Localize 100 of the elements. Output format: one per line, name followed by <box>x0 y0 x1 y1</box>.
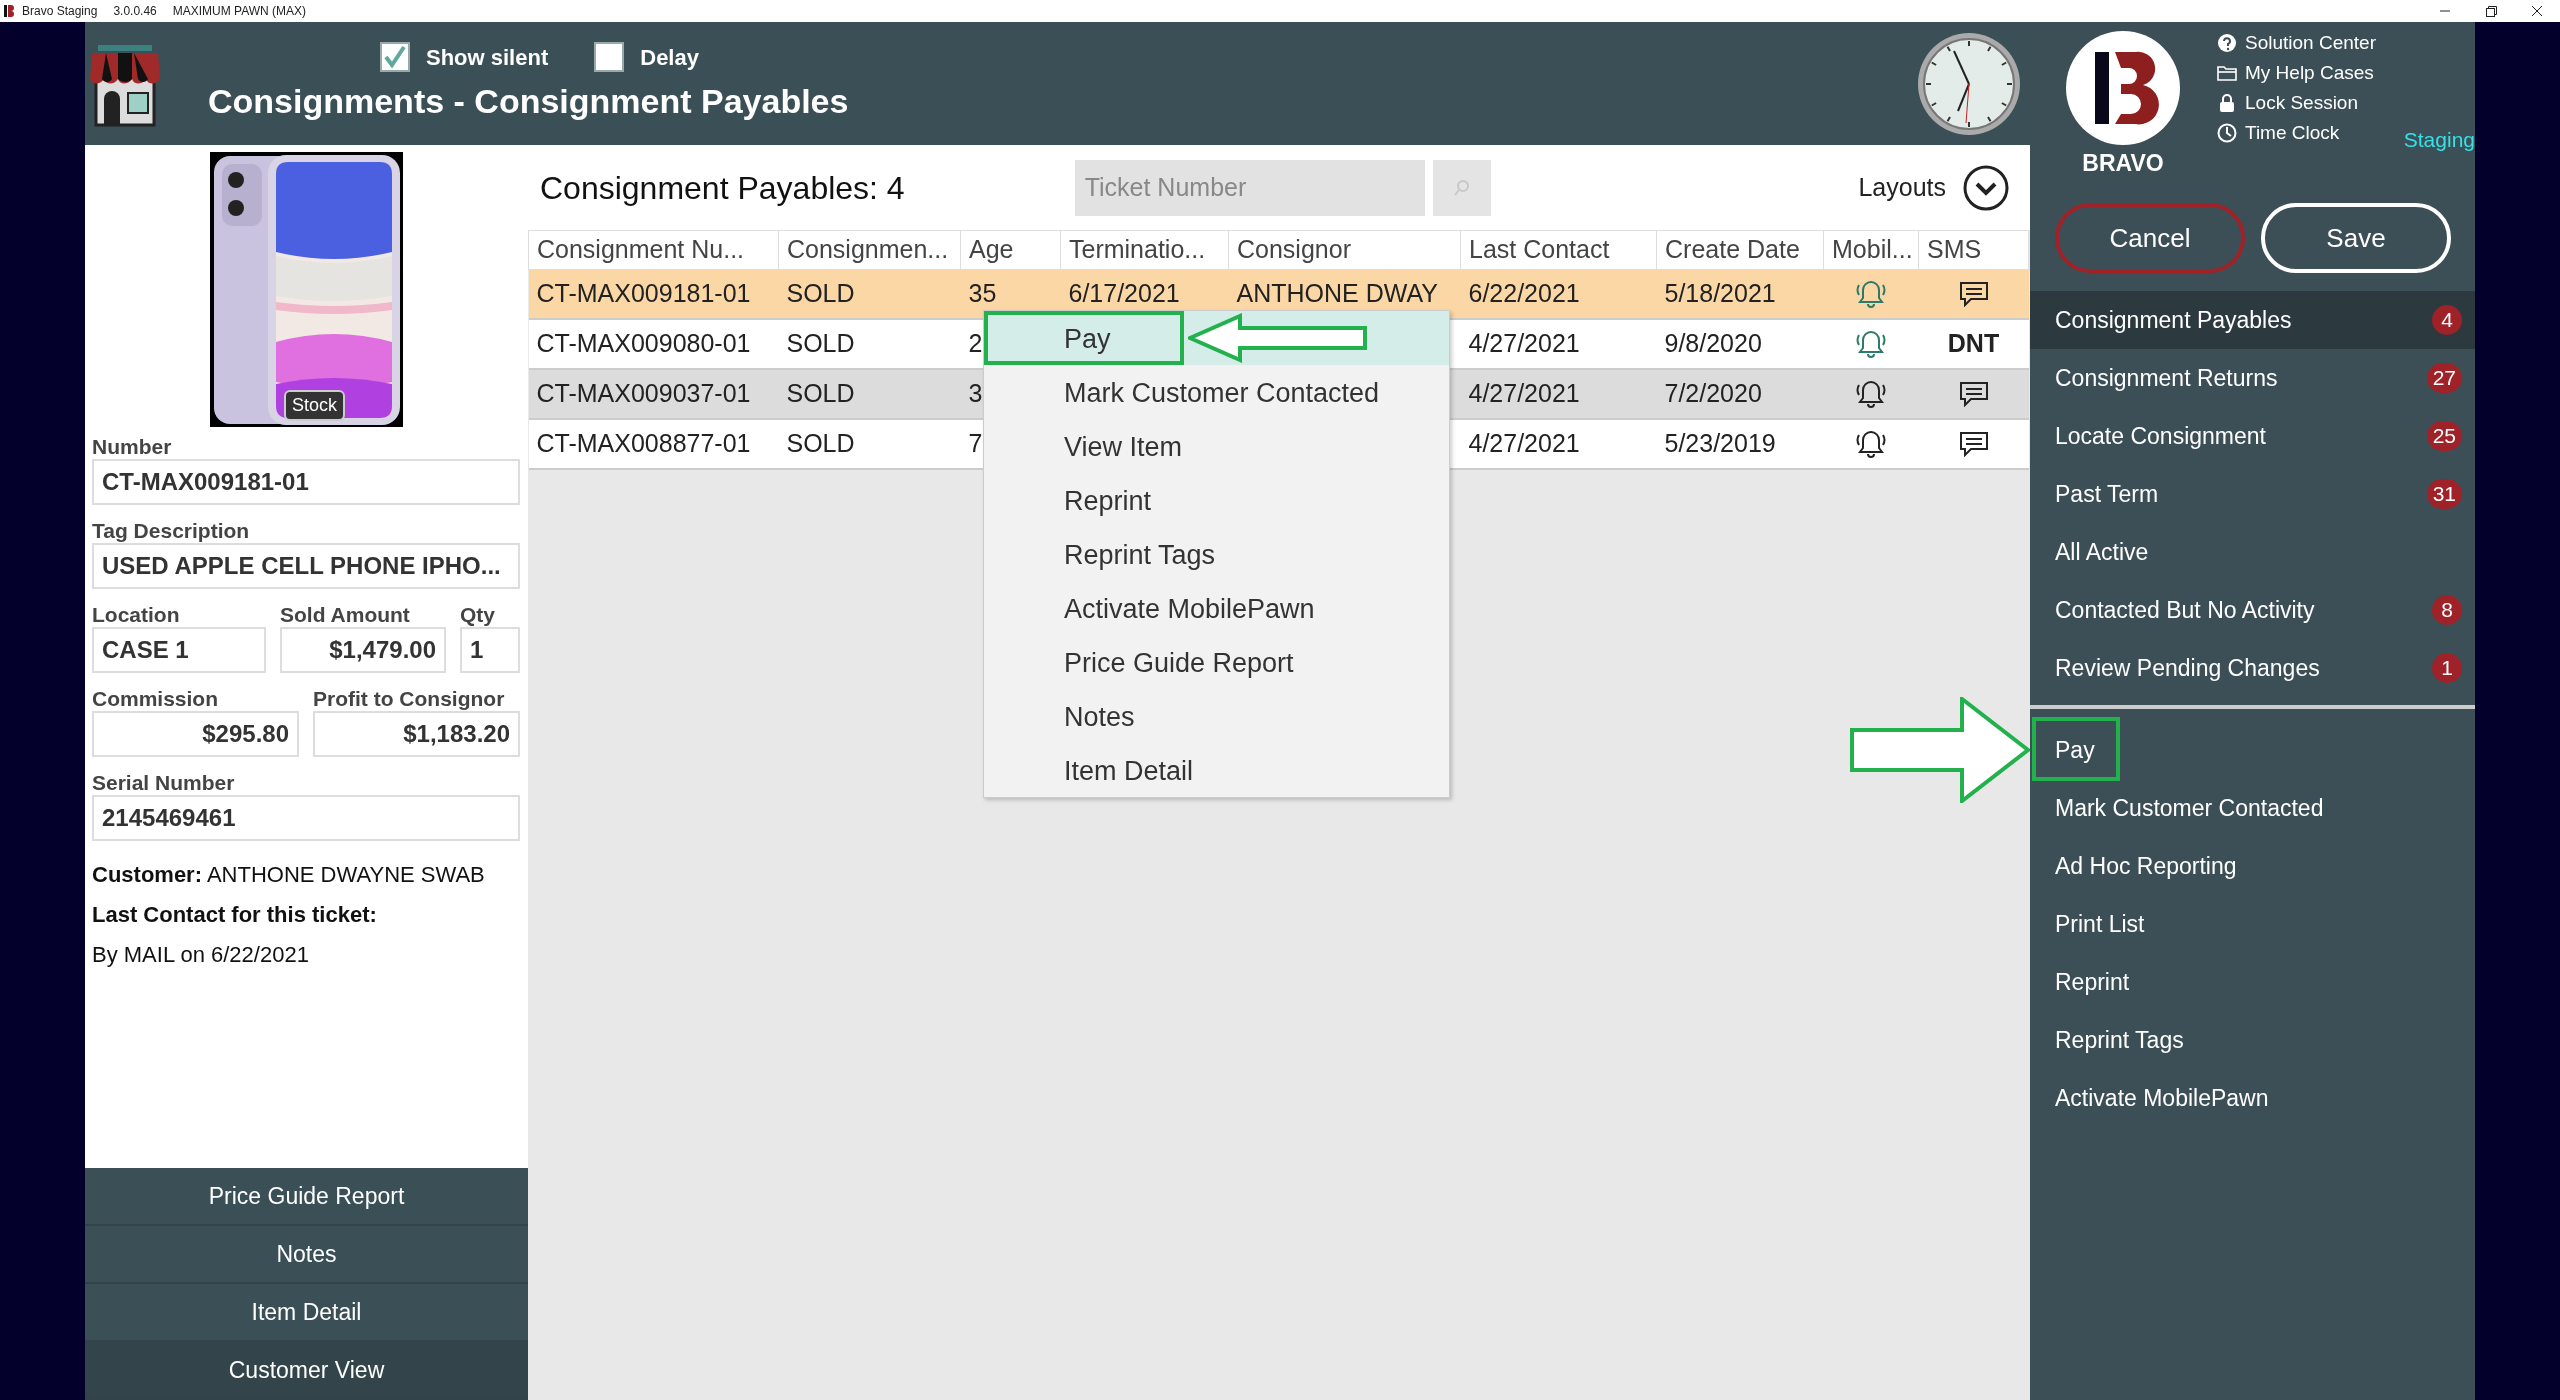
table-row[interactable]: CT-MAX009181-01 SOLD 35 6/17/2021 ANTHONE DWAY 6/22/2021 5/18/2021 <box>528 269 2029 319</box>
table-cell: SOLD <box>786 279 855 307</box>
input-field[interactable]: 1 <box>460 627 520 673</box>
chat-icon <box>1958 280 1989 307</box>
field-label: Location <box>92 603 181 627</box>
version-text: 3.0.0.46 <box>113 3 157 20</box>
layouts-button[interactable]: Layouts <box>1852 162 2016 213</box>
page-title: Consignments - Consignment Payables <box>208 80 849 122</box>
column-header[interactable]: Consignor <box>1228 230 1461 269</box>
sidebar-item[interactable]: All Active <box>2030 523 2475 581</box>
table-cell: 7 <box>968 429 983 458</box>
search-icon <box>1451 177 1472 198</box>
dnt-label: DNT <box>1947 329 2000 358</box>
field-label: Tag Description <box>92 519 251 543</box>
column-header[interactable]: SMS <box>1918 230 2029 269</box>
search-button[interactable] <box>1432 159 1491 216</box>
table-cell: 5/23/2019 <box>1664 429 1776 458</box>
input-field[interactable]: 2145469461 <box>92 795 520 841</box>
count-badge: 27 <box>2426 363 2462 393</box>
sidebar-item[interactable]: Contacted But No Activity 8 <box>2030 581 2475 639</box>
side-button[interactable]: Customer View <box>85 1342 528 1400</box>
help-link[interactable]: My Help Cases <box>2217 58 2376 88</box>
table-cell: 3 <box>968 379 983 408</box>
app-icon <box>4 4 14 18</box>
sidebar-item[interactable]: Past Term 31 <box>2030 465 2475 523</box>
menu-item[interactable]: Price Guide Report <box>984 635 1449 689</box>
action-item[interactable]: Reprint <box>2030 953 2475 1011</box>
field-label: Serial Number <box>92 771 236 795</box>
folder-icon <box>2217 63 2237 83</box>
input-field[interactable]: USED APPLE CELL PHONE IPHO... <box>92 543 520 589</box>
menu-item[interactable]: Reprint Tags <box>984 527 1449 581</box>
table-cell: 2 <box>968 329 983 358</box>
side-button[interactable]: Item Detail <box>85 1284 528 1342</box>
field-label: Sold Amount <box>280 603 411 627</box>
action-item[interactable]: Mark Customer Contacted <box>2030 779 2475 837</box>
table-cell: 9/8/2020 <box>1664 329 1762 358</box>
chevron-down-icon <box>1962 163 2010 212</box>
action-item[interactable]: Ad Hoc Reporting <box>2030 837 2475 895</box>
last-contact-label: Last Contact for this ticket: <box>92 901 378 929</box>
table-cell: 5/18/2021 <box>1664 279 1776 307</box>
table-cell: CT-MAX009080-01 <box>536 329 751 358</box>
environment-label: Staging <box>2403 126 2475 153</box>
column-header[interactable]: Consignment Nu... <box>528 230 779 269</box>
column-header[interactable]: Terminatio... <box>1060 230 1229 269</box>
table-cell: 6/22/2021 <box>1468 279 1580 307</box>
app-title: Bravo Staging <box>22 3 98 20</box>
table-cell: 6/17/2021 <box>1068 279 1180 307</box>
checkbox[interactable] <box>380 42 410 72</box>
stock-badge: Stock <box>284 390 346 421</box>
arrow-icon <box>1850 697 2030 803</box>
field-label: Qty <box>460 603 496 627</box>
input-field[interactable]: CASE 1 <box>92 627 266 673</box>
help-link[interactable]: Lock Session <box>2217 88 2376 118</box>
cancel-button[interactable]: Cancel <box>2055 203 2245 273</box>
input-field[interactable]: $1,183.20 <box>313 711 520 757</box>
lock-icon <box>2217 93 2237 113</box>
table-cell: ANTHONE DWAY <box>1236 279 1438 307</box>
input-field[interactable]: CT-MAX009181-01 <box>92 459 520 505</box>
menu-item[interactable]: View Item <box>984 419 1449 473</box>
menu-item[interactable]: Notes <box>984 689 1449 743</box>
menu-item[interactable]: Reprint <box>984 473 1449 527</box>
column-header[interactable]: Create Date <box>1656 230 1824 269</box>
table-cell: 35 <box>968 279 997 307</box>
column-header[interactable]: Age <box>960 230 1061 269</box>
chat-icon <box>1958 381 1989 407</box>
column-header[interactable]: Last Contact <box>1460 230 1657 269</box>
sidebar-item[interactable]: Review Pending Changes 1 <box>2030 639 2475 697</box>
action-item[interactable]: Activate MobilePawn <box>2030 1069 2475 1127</box>
table-cell: 4/27/2021 <box>1468 429 1580 458</box>
save-button[interactable]: Save <box>2261 203 2451 273</box>
arrow-icon <box>1188 313 1368 363</box>
table-cell: CT-MAX008877-01 <box>536 429 751 458</box>
input-field[interactable]: $295.80 <box>92 711 299 757</box>
sidebar-item[interactable]: Consignment Returns 27 <box>2030 349 2475 407</box>
search-field[interactable]: Ticket Number <box>1074 159 1425 216</box>
table-cell: SOLD <box>786 429 855 458</box>
action-item[interactable]: Pay <box>2030 721 2475 779</box>
count-badge: 25 <box>2426 421 2462 451</box>
action-item[interactable]: Print List <box>2030 895 2475 953</box>
sidebar-item[interactable]: Locate Consignment 25 <box>2030 407 2475 465</box>
help-link[interactable]: Solution Center <box>2217 28 2376 58</box>
input-field[interactable]: $1,479.00 <box>280 627 446 673</box>
checkbox-label: Show silent <box>426 43 549 72</box>
last-contact-text: By MAIL on 6/22/2021 <box>92 941 310 969</box>
action-item[interactable]: Reprint Tags <box>2030 1011 2475 1069</box>
column-header[interactable]: Mobil... <box>1823 230 1919 269</box>
side-button[interactable]: Notes <box>85 1226 528 1284</box>
checkbox[interactable] <box>594 42 625 72</box>
table-cell: 4/27/2021 <box>1468 379 1580 408</box>
field-label: Number <box>92 435 173 459</box>
column-header[interactable]: Consignmen... <box>778 230 961 269</box>
side-button[interactable]: Price Guide Report <box>85 1168 528 1226</box>
help-link[interactable]: Time Clock <box>2217 118 2376 148</box>
sidebar-item[interactable]: Consignment Payables 4 <box>2030 291 2475 349</box>
table-cell: SOLD <box>786 329 855 358</box>
menu-item[interactable]: Activate MobilePawn <box>984 581 1449 635</box>
menu-item[interactable]: Item Detail <box>984 743 1449 797</box>
count-badge: 4 <box>2432 305 2462 335</box>
table-cell: 7/2/2020 <box>1664 379 1762 408</box>
table-cell: CT-MAX009181-01 <box>536 279 751 307</box>
